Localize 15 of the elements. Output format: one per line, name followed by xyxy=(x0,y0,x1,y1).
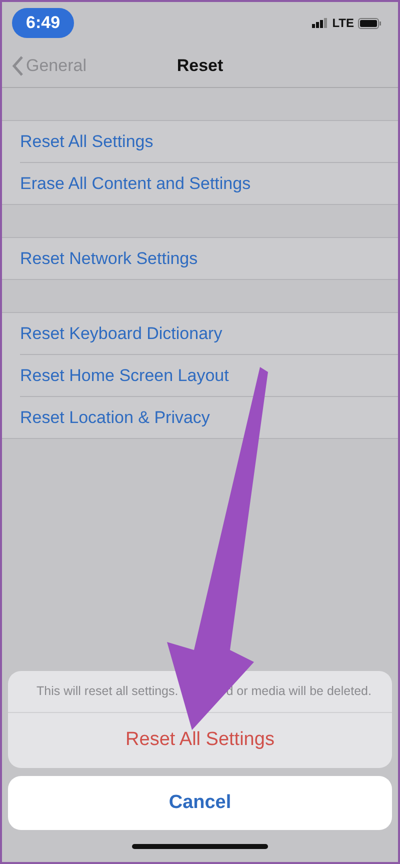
settings-row[interactable]: Reset Keyboard Dictionary xyxy=(20,313,398,354)
page-title: Reset xyxy=(176,54,224,77)
settings-row[interactable]: Reset Home Screen Layout xyxy=(20,355,398,396)
cancel-button[interactable]: Cancel xyxy=(8,776,392,830)
settings-row[interactable]: Reset Location & Privacy xyxy=(20,397,398,438)
settings-row[interactable]: Erase All Content and Settings xyxy=(20,163,398,204)
sheet-message: This will reset all settings. xyxy=(36,683,178,700)
signal-icon xyxy=(312,18,328,28)
settings-row[interactable]: Reset All Settings xyxy=(20,121,398,162)
reset-all-settings-button[interactable]: Reset All Settings xyxy=(8,713,392,768)
chevron-left-icon xyxy=(12,56,24,76)
status-time: 6:49 xyxy=(12,8,74,38)
back-button[interactable]: General xyxy=(12,52,86,78)
network-label: LTE xyxy=(332,15,354,32)
battery-icon xyxy=(358,18,382,28)
